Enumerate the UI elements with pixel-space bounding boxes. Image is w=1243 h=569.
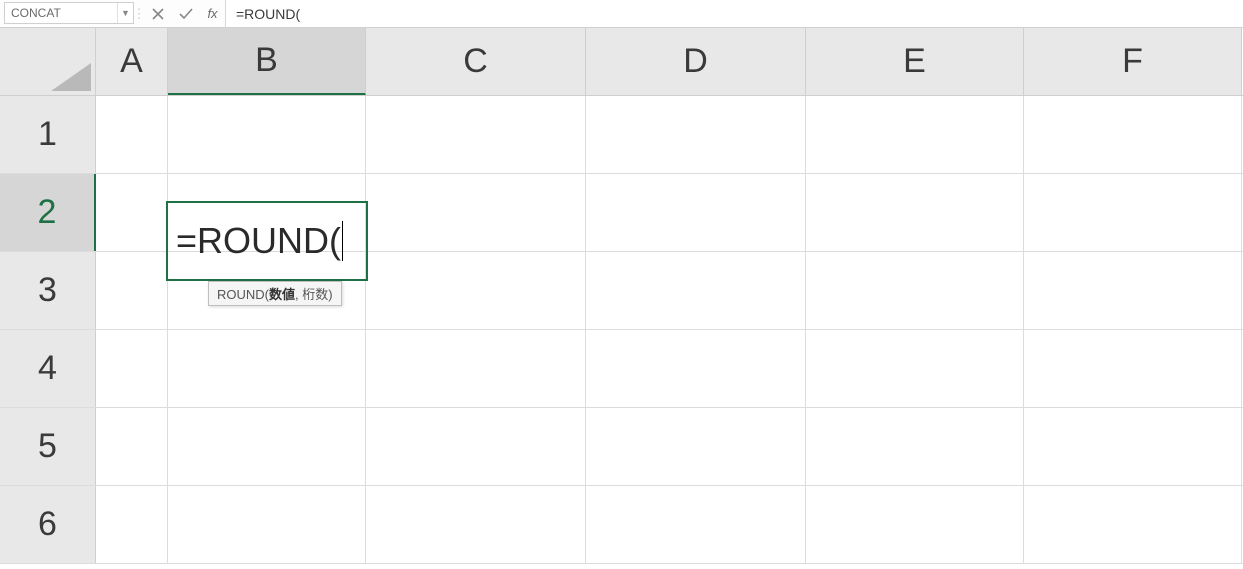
column-header-A[interactable]: A: [96, 28, 168, 95]
fx-icon: fx: [207, 6, 217, 21]
cell-F2[interactable]: [1024, 174, 1242, 251]
cell-F6[interactable]: [1024, 486, 1242, 563]
enter-button[interactable]: [172, 0, 200, 27]
tooltip-arg-highlighted[interactable]: 数値: [269, 287, 295, 302]
cancel-button[interactable]: [144, 0, 172, 27]
cell-E4[interactable]: [806, 330, 1024, 407]
row-header-3[interactable]: 3: [0, 252, 96, 329]
insert-function-button[interactable]: fx: [200, 0, 226, 27]
row-header-5[interactable]: 5: [0, 408, 96, 485]
row-6: 6: [0, 486, 1243, 564]
row-header-2[interactable]: 2: [0, 174, 96, 251]
cell-D5[interactable]: [586, 408, 806, 485]
grid-rows: 1 2 3 4: [0, 96, 1243, 564]
column-header-row: A B C D E F: [0, 28, 1243, 96]
cell-A5[interactable]: [96, 408, 168, 485]
function-tooltip[interactable]: ROUND(数値, 桁数): [208, 281, 342, 306]
cell-B4[interactable]: [168, 330, 366, 407]
chevron-down-icon[interactable]: ▼: [117, 3, 133, 23]
cell-A4[interactable]: [96, 330, 168, 407]
cell-C6[interactable]: [366, 486, 586, 563]
column-header-F[interactable]: F: [1024, 28, 1242, 95]
row-header-4[interactable]: 4: [0, 330, 96, 407]
cell-D2[interactable]: [586, 174, 806, 251]
divider: ⋮: [134, 0, 144, 27]
cell-C1[interactable]: [366, 96, 586, 173]
cell-C2[interactable]: [366, 174, 586, 251]
cell-D3[interactable]: [586, 252, 806, 329]
check-icon: [179, 8, 193, 20]
cell-A6[interactable]: [96, 486, 168, 563]
row-5: 5: [0, 408, 1243, 486]
tooltip-function-name: ROUND: [217, 287, 265, 302]
name-box[interactable]: CONCAT ▼: [4, 2, 134, 24]
tooltip-close-paren: ): [328, 287, 332, 302]
close-icon: [152, 8, 164, 20]
formula-bar: CONCAT ▼ ⋮ fx =ROUND(: [0, 0, 1243, 28]
name-box-value: CONCAT: [5, 6, 117, 20]
cell-E3[interactable]: [806, 252, 1024, 329]
row-3: 3: [0, 252, 1243, 330]
formula-text: =ROUND(: [236, 6, 300, 22]
cell-E6[interactable]: [806, 486, 1024, 563]
cell-E2[interactable]: [806, 174, 1024, 251]
select-all-corner[interactable]: [0, 28, 96, 95]
cell-F5[interactable]: [1024, 408, 1242, 485]
row-4: 4: [0, 330, 1243, 408]
cell-E1[interactable]: [806, 96, 1024, 173]
cell-F3[interactable]: [1024, 252, 1242, 329]
cell-A2[interactable]: [96, 174, 168, 251]
cell-B2[interactable]: [168, 174, 366, 251]
row-header-1[interactable]: 1: [0, 96, 96, 173]
column-header-E[interactable]: E: [806, 28, 1024, 95]
tooltip-args-rest: , 桁数: [295, 287, 328, 302]
formula-input[interactable]: =ROUND(: [226, 0, 1243, 27]
cell-B6[interactable]: [168, 486, 366, 563]
column-header-D[interactable]: D: [586, 28, 806, 95]
cell-B1[interactable]: [168, 96, 366, 173]
cell-B5[interactable]: [168, 408, 366, 485]
column-header-B[interactable]: B: [168, 28, 366, 95]
cell-A1[interactable]: [96, 96, 168, 173]
row-2: 2: [0, 174, 1243, 252]
row-1: 1: [0, 96, 1243, 174]
cell-C5[interactable]: [366, 408, 586, 485]
cell-A3[interactable]: [96, 252, 168, 329]
cell-C3[interactable]: [366, 252, 586, 329]
cell-D4[interactable]: [586, 330, 806, 407]
cell-E5[interactable]: [806, 408, 1024, 485]
cell-D1[interactable]: [586, 96, 806, 173]
cell-F4[interactable]: [1024, 330, 1242, 407]
cell-C4[interactable]: [366, 330, 586, 407]
cell-D6[interactable]: [586, 486, 806, 563]
spreadsheet-grid: A B C D E F 1 2 3: [0, 28, 1243, 564]
column-header-C[interactable]: C: [366, 28, 586, 95]
cell-F1[interactable]: [1024, 96, 1242, 173]
row-header-6[interactable]: 6: [0, 486, 96, 563]
